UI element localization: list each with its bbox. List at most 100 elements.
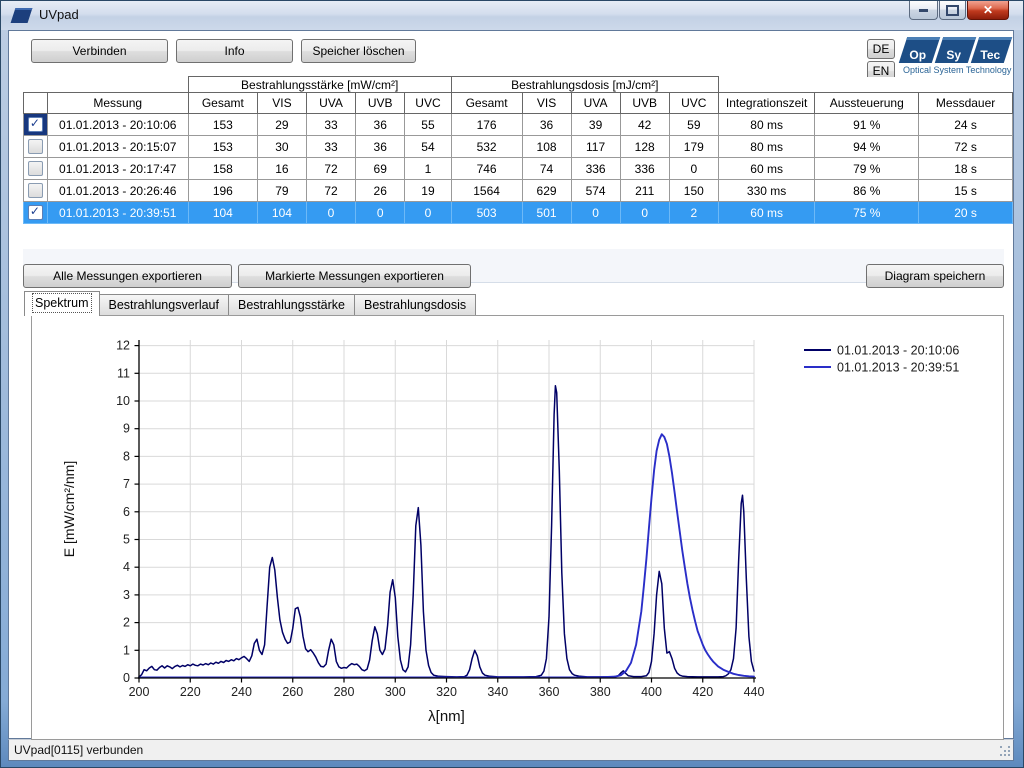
column-header[interactable]: Gesamt	[451, 93, 522, 114]
table-cell[interactable]: 60 ms	[718, 202, 814, 224]
row-checkbox[interactable]	[28, 183, 43, 198]
table-cell[interactable]: 54	[405, 136, 451, 158]
close-button[interactable]: ✕	[967, 1, 1009, 20]
table-cell[interactable]: 128	[620, 136, 669, 158]
column-header[interactable]: UVA	[571, 93, 620, 114]
row-checkbox[interactable]	[28, 139, 43, 154]
table-cell[interactable]: 55	[405, 114, 451, 136]
table-cell[interactable]: 1564	[451, 180, 522, 202]
table-cell[interactable]: 80 ms	[718, 114, 814, 136]
table-cell[interactable]: 36	[356, 136, 405, 158]
export-all-button[interactable]: Alle Messungen exportieren	[23, 264, 232, 288]
row-checkbox-cell[interactable]	[24, 180, 48, 202]
column-header[interactable]: UVB	[620, 93, 669, 114]
table-cell[interactable]: 29	[257, 114, 306, 136]
table-cell[interactable]: 74	[522, 158, 571, 180]
table-cell[interactable]: 211	[620, 180, 669, 202]
table-cell[interactable]: 1	[405, 158, 451, 180]
table-cell[interactable]: 153	[188, 114, 257, 136]
row-checkbox-cell[interactable]	[24, 136, 48, 158]
column-header[interactable]: Integrationszeit	[718, 93, 814, 114]
table-cell[interactable]: 108	[522, 136, 571, 158]
table-row[interactable]: 01.01.2013 - 20:26:461967972261915646295…	[24, 180, 1013, 202]
table-cell[interactable]: 75 %	[815, 202, 919, 224]
table-cell[interactable]: 80 ms	[718, 136, 814, 158]
table-cell[interactable]: 33	[306, 136, 355, 158]
table-cell[interactable]: 0	[620, 202, 669, 224]
row-checkbox-cell[interactable]	[24, 202, 48, 224]
connect-button[interactable]: Verbinden	[31, 39, 168, 63]
table-cell[interactable]: 72 s	[919, 136, 1013, 158]
tab-bestrahlungsstaerke[interactable]: Bestrahlungsstärke	[228, 294, 355, 316]
export-marked-button[interactable]: Markierte Messungen exportieren	[238, 264, 471, 288]
clear-memory-button[interactable]: Speicher löschen	[301, 39, 416, 63]
table-cell[interactable]: 42	[620, 114, 669, 136]
table-cell[interactable]: 69	[356, 158, 405, 180]
table-cell[interactable]: 91 %	[815, 114, 919, 136]
table-cell[interactable]: 01.01.2013 - 20:10:06	[47, 114, 188, 136]
table-cell[interactable]: 19	[405, 180, 451, 202]
table-cell[interactable]: 24 s	[919, 114, 1013, 136]
table-cell[interactable]: 18 s	[919, 158, 1013, 180]
column-header[interactable]: UVA	[306, 93, 355, 114]
table-cell[interactable]: 746	[451, 158, 522, 180]
column-header[interactable]: UVB	[356, 93, 405, 114]
column-header[interactable]: UVC	[405, 93, 451, 114]
table-cell[interactable]: 117	[571, 136, 620, 158]
table-cell[interactable]: 0	[405, 202, 451, 224]
table-cell[interactable]: 150	[669, 180, 718, 202]
table-cell[interactable]: 72	[306, 180, 355, 202]
table-cell[interactable]: 104	[188, 202, 257, 224]
column-header-check[interactable]	[24, 93, 48, 114]
table-cell[interactable]: 501	[522, 202, 571, 224]
table-row[interactable]: 01.01.2013 - 20:17:471581672691746743363…	[24, 158, 1013, 180]
table-cell[interactable]: 59	[669, 114, 718, 136]
row-checkbox[interactable]	[28, 161, 43, 176]
table-cell[interactable]: 33	[306, 114, 355, 136]
table-cell[interactable]: 0	[306, 202, 355, 224]
resize-grip-icon[interactable]	[1000, 746, 1012, 758]
table-cell[interactable]: 36	[522, 114, 571, 136]
table-cell[interactable]: 79	[257, 180, 306, 202]
table-cell[interactable]: 39	[571, 114, 620, 136]
info-button[interactable]: Info	[176, 39, 293, 63]
tab-bestrahlungsverlauf[interactable]: Bestrahlungsverlauf	[99, 294, 229, 316]
table-cell[interactable]: 336	[620, 158, 669, 180]
table-cell[interactable]: 0	[571, 202, 620, 224]
table-cell[interactable]: 176	[451, 114, 522, 136]
save-diagram-button[interactable]: Diagram speichern	[866, 264, 1004, 288]
table-cell[interactable]: 60 ms	[718, 158, 814, 180]
column-header[interactable]: UVC	[669, 93, 718, 114]
table-cell[interactable]: 629	[522, 180, 571, 202]
language-de-button[interactable]: DE	[867, 39, 895, 59]
table-cell[interactable]: 179	[669, 136, 718, 158]
column-header[interactable]: Messung	[47, 93, 188, 114]
table-cell[interactable]: 01.01.2013 - 20:39:51	[47, 202, 188, 224]
table-cell[interactable]: 86 %	[815, 180, 919, 202]
table-row[interactable]: 01.01.2013 - 20:10:061532933365517636394…	[24, 114, 1013, 136]
table-cell[interactable]: 330 ms	[718, 180, 814, 202]
table-cell[interactable]: 16	[257, 158, 306, 180]
table-cell[interactable]: 01.01.2013 - 20:15:07	[47, 136, 188, 158]
column-header[interactable]: VIS	[522, 93, 571, 114]
table-cell[interactable]: 36	[356, 114, 405, 136]
table-cell[interactable]: 158	[188, 158, 257, 180]
table-cell[interactable]: 532	[451, 136, 522, 158]
minimize-button[interactable]	[909, 1, 938, 20]
table-cell[interactable]: 574	[571, 180, 620, 202]
table-cell[interactable]: 30	[257, 136, 306, 158]
table-cell[interactable]: 20 s	[919, 202, 1013, 224]
row-checkbox-cell[interactable]	[24, 114, 48, 136]
tab-bestrahlungsdosis[interactable]: Bestrahlungsdosis	[354, 294, 476, 316]
table-row[interactable]: 01.01.2013 - 20:39:511041040005035010026…	[24, 202, 1013, 224]
column-header[interactable]: VIS	[257, 93, 306, 114]
table-cell[interactable]: 79 %	[815, 158, 919, 180]
table-cell[interactable]: 2	[669, 202, 718, 224]
table-cell[interactable]: 15 s	[919, 180, 1013, 202]
table-cell[interactable]: 0	[669, 158, 718, 180]
maximize-button[interactable]	[939, 1, 966, 20]
column-header[interactable]: Aussteuerung	[815, 93, 919, 114]
table-cell[interactable]: 72	[306, 158, 355, 180]
title-bar[interactable]: UVpad ✕	[1, 1, 1023, 30]
column-header[interactable]: Gesamt	[188, 93, 257, 114]
